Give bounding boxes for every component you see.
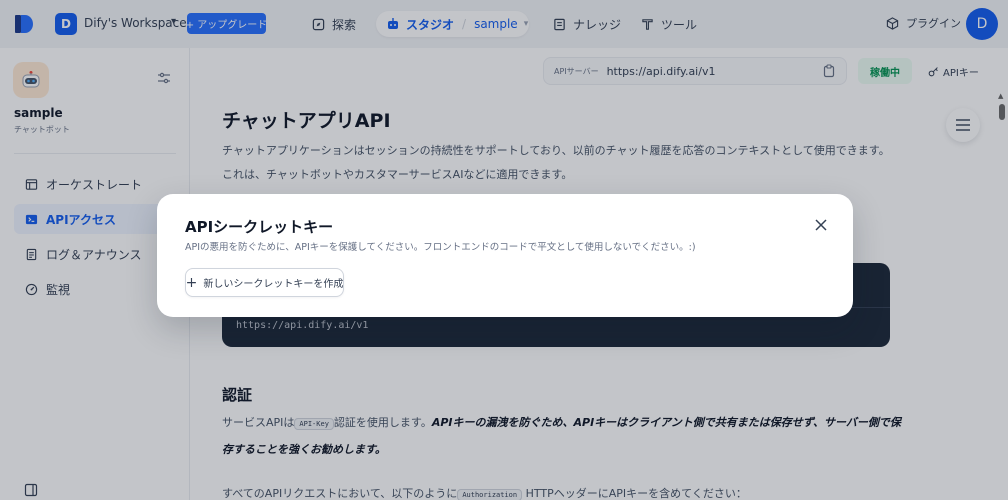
close-icon[interactable] [813,217,829,233]
create-secret-key-label: 新しいシークレットキーを作成 [203,279,344,290]
plus-icon: + [185,274,198,291]
modal-description: APIの悪用を防ぐために、APIキーを保護してください。フロントエンドのコードで… [185,242,696,253]
create-secret-key-button[interactable]: + 新しいシークレットキーを作成 [185,268,344,297]
modal-title: APIシークレットキー [185,218,334,236]
api-secret-key-modal: APIシークレットキー APIの悪用を防ぐために、APIキーを保護してください。… [157,194,853,317]
